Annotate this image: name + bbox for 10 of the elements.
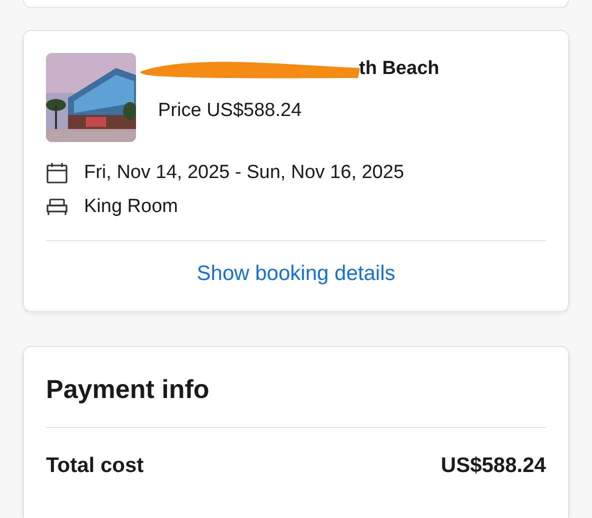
room-text: King Room: [84, 196, 178, 218]
calendar-icon: [46, 162, 68, 184]
payment-info-heading: Payment info: [46, 374, 210, 405]
hotel-name: th Beach: [359, 58, 440, 80]
dates-text: Fri, Nov 14, 2025 - Sun, Nov 16, 2025: [84, 162, 404, 184]
row-label: Total cost: [46, 454, 144, 478]
row-value: US$588.24: [440, 454, 546, 478]
show-booking-details-link[interactable]: Show booking details: [196, 241, 396, 311]
bed-icon: [46, 198, 68, 216]
price-text: Price US$588.24: [158, 100, 303, 122]
